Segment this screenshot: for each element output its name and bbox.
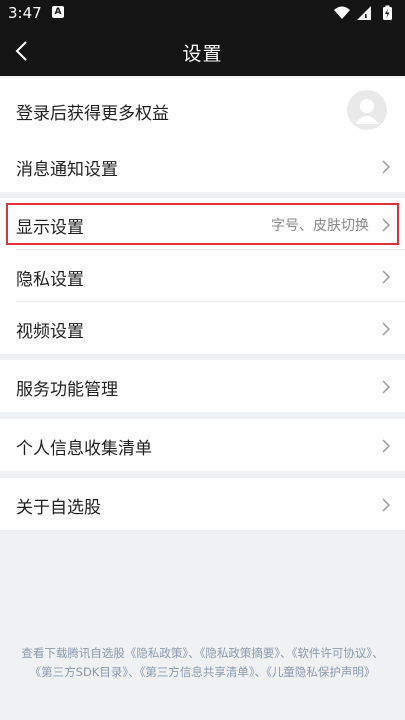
display-settings-hint: 字号、皮肤切换	[271, 218, 369, 234]
footer-separator: 、	[280, 646, 292, 660]
status-time: 3:47	[8, 4, 42, 22]
video-settings-row[interactable]: 视频设置	[0, 302, 405, 354]
third-party-sdk-link[interactable]: 《第三方SDK目录》	[30, 665, 128, 679]
avatar[interactable]	[347, 90, 387, 130]
display-privacy-group: 显示设置 字号、皮肤切换 隐私设置 视频设置	[0, 198, 405, 354]
personal-info-row[interactable]: 个人信息收集清单	[0, 419, 405, 471]
chevron-right-icon	[382, 380, 391, 394]
page-title: 设置	[182, 43, 223, 65]
chevron-right-icon	[382, 270, 391, 284]
navigation-bar: 设置	[0, 26, 405, 76]
chevron-right-icon	[382, 439, 391, 453]
user-icon	[355, 99, 379, 124]
third-party-sharing-link[interactable]: 《第三方信息共享清单》	[140, 665, 255, 679]
license-agreement-link[interactable]: 《软件许可协议》	[292, 646, 373, 660]
service-management-row[interactable]: 服务功能管理	[0, 360, 405, 412]
login-row[interactable]: 登录后获得更多权益	[0, 78, 405, 142]
children-privacy-link[interactable]: 《儿童隐私保护声明》	[266, 665, 375, 679]
chevron-right-icon	[382, 218, 391, 232]
notification-settings-label: 消息通知设置	[16, 160, 118, 180]
status-bar: 3:47 A	[0, 0, 405, 26]
chevron-right-icon	[382, 322, 391, 336]
signal-icon	[357, 6, 371, 20]
privacy-policy-link[interactable]: 《隐私政策》	[125, 646, 188, 660]
services-group: 服务功能管理	[0, 360, 405, 412]
about-group: 关于自选股	[0, 478, 405, 530]
app-notification-icon: A	[52, 6, 64, 18]
footer-separator: 、	[128, 665, 140, 679]
login-group: 登录后获得更多权益	[0, 78, 405, 142]
display-settings-row[interactable]: 显示设置 字号、皮肤切换	[0, 198, 405, 250]
about-row[interactable]: 关于自选股	[0, 478, 405, 530]
wifi-icon	[334, 6, 350, 19]
video-settings-label: 视频设置	[16, 322, 84, 342]
footer-separator: 、	[254, 665, 267, 679]
footer-prefix: 查看下载腾讯自选股	[21, 646, 125, 660]
personal-info-group: 个人信息收集清单	[0, 419, 405, 471]
privacy-settings-label: 隐私设置	[16, 270, 84, 290]
footer-separator: 、	[188, 646, 200, 660]
notifications-group: 消息通知设置	[0, 140, 405, 192]
legal-footer: 查看下载腾讯自选股《隐私政策》、《隐私政策摘要》、《软件许可协议》、《第三方SD…	[14, 644, 391, 682]
notification-settings-row[interactable]: 消息通知设置	[0, 140, 405, 192]
footer-separator: 、	[372, 646, 384, 660]
privacy-settings-row[interactable]: 隐私设置	[0, 250, 405, 302]
privacy-summary-link[interactable]: 《隐私政策摘要》	[200, 646, 281, 660]
chevron-right-icon	[382, 160, 391, 174]
login-label: 登录后获得更多权益	[16, 104, 169, 124]
personal-info-label: 个人信息收集清单	[16, 439, 152, 459]
chevron-right-icon	[382, 498, 391, 512]
system-icons	[334, 5, 392, 20]
service-management-label: 服务功能管理	[16, 380, 118, 400]
display-settings-label: 显示设置	[16, 218, 84, 238]
battery-icon	[383, 5, 392, 20]
about-label: 关于自选股	[16, 498, 101, 518]
